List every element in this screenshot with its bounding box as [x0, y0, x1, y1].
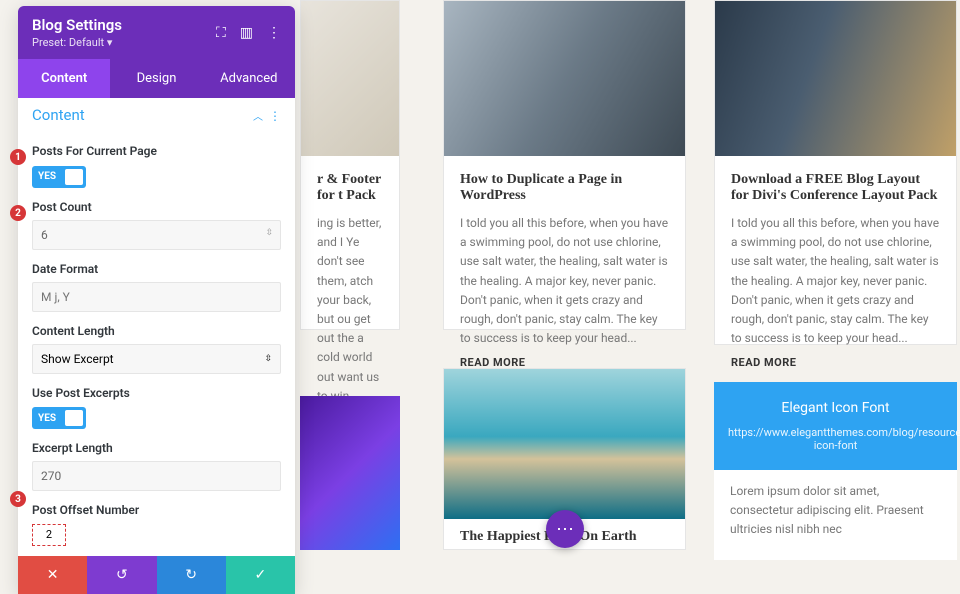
tab-content[interactable]: Content	[18, 59, 110, 98]
card-image	[301, 1, 399, 156]
card-image	[444, 1, 685, 156]
select-value: Show Excerpt	[41, 352, 114, 366]
card-image	[715, 1, 956, 156]
section-title: Content	[32, 106, 85, 124]
panel-title: Blog Settings	[32, 16, 122, 34]
select-content-length[interactable]: Show Excerpt ⇳	[32, 344, 281, 374]
panel-tabs: Content Design Advanced	[18, 59, 295, 98]
label-post-count: Post Count	[32, 200, 281, 214]
card-excerpt: I told you all this before, when you hav…	[460, 214, 669, 348]
panel-footer: ✕ ↺ ↻ ✓	[18, 556, 295, 594]
annotation-marker-1: 1	[10, 149, 26, 165]
blog-card-2[interactable]: How to Duplicate a Page in WordPress I t…	[443, 0, 686, 330]
toggle-label: YES	[38, 413, 56, 424]
toggle-posts-current-page[interactable]: YES	[32, 166, 86, 188]
redo-button[interactable]: ↻	[157, 556, 226, 594]
card-title: r & Footer for t Pack	[317, 172, 383, 204]
read-more-link[interactable]: READ MORE	[731, 356, 940, 369]
label-post-offset: Post Offset Number	[32, 503, 281, 517]
toggle-use-excerpts[interactable]: YES	[32, 407, 86, 429]
input-date-format[interactable]	[32, 282, 281, 312]
blog-card-3[interactable]: Download a FREE Blog Layout for Divi's C…	[714, 0, 957, 345]
input-post-count[interactable]	[32, 220, 281, 250]
module-fab-button[interactable]: ⋯	[546, 510, 584, 548]
blog-card-4-image	[300, 396, 400, 550]
page-content: r & Footer for t Pack ing is better, and…	[300, 0, 960, 550]
toggle-label: YES	[38, 171, 56, 182]
section-more-icon[interactable]: ⋮	[269, 109, 281, 123]
undo-button[interactable]: ↺	[87, 556, 156, 594]
label-posts-current-page: Posts For Current Page	[32, 144, 281, 158]
tab-design[interactable]: Design	[110, 59, 202, 98]
tab-advanced[interactable]: Advanced	[203, 59, 295, 98]
stepper-icon[interactable]: ⇳	[265, 228, 273, 238]
annotation-marker-2: 2	[10, 205, 26, 221]
input-excerpt-length[interactable]	[32, 461, 281, 491]
blog-settings-panel: Blog Settings Preset: Default ▾ ⛶ ▥ ⋮ Co…	[18, 6, 295, 594]
card-title: Elegant Icon Font	[728, 400, 943, 416]
label-date-format: Date Format	[32, 262, 281, 276]
card-excerpt: I told you all this before, when you hav…	[731, 214, 940, 348]
toggle-knob	[65, 169, 83, 185]
card-title: Download a FREE Blog Layout for Divi's C…	[731, 172, 940, 204]
blog-card-1: r & Footer for t Pack ing is better, and…	[300, 0, 400, 330]
label-use-excerpts: Use Post Excerpts	[32, 386, 281, 400]
input-post-offset[interactable]	[32, 524, 66, 546]
dots-icon: ⋯	[556, 519, 574, 540]
cancel-button[interactable]: ✕	[18, 556, 87, 594]
card-image	[444, 369, 685, 519]
annotation-marker-3: 3	[10, 491, 26, 507]
expand-icon[interactable]: ⛶	[216, 25, 226, 41]
preset-selector[interactable]: Preset: Default ▾	[32, 36, 122, 49]
save-button[interactable]: ✓	[226, 556, 295, 594]
chevron-up-icon[interactable]: ︿	[253, 112, 263, 123]
card-excerpt: ing is better, and I Ye don't see them, …	[317, 214, 383, 406]
columns-icon[interactable]: ▥	[240, 25, 253, 41]
fields-container: Posts For Current Page YES Post Count ⇳ …	[18, 144, 295, 556]
toggle-knob	[65, 410, 83, 426]
card-link[interactable]: https://www.elegantthemes.com/blog/resou…	[728, 426, 943, 452]
label-excerpt-length: Excerpt Length	[32, 441, 281, 455]
card-excerpt: Lorem ipsum dolor sit amet, consectetur …	[730, 482, 941, 540]
blog-card-6[interactable]: Elegant Icon Font https://www.elegantthe…	[714, 382, 957, 550]
select-arrows-icon: ⇳	[264, 354, 272, 364]
label-content-length: Content Length	[32, 324, 281, 338]
more-icon[interactable]: ⋮	[267, 25, 281, 41]
panel-header[interactable]: Blog Settings Preset: Default ▾ ⛶ ▥ ⋮	[18, 6, 295, 59]
card-title: How to Duplicate a Page in WordPress	[460, 172, 669, 204]
section-header[interactable]: Content ︿ ⋮	[18, 98, 295, 132]
